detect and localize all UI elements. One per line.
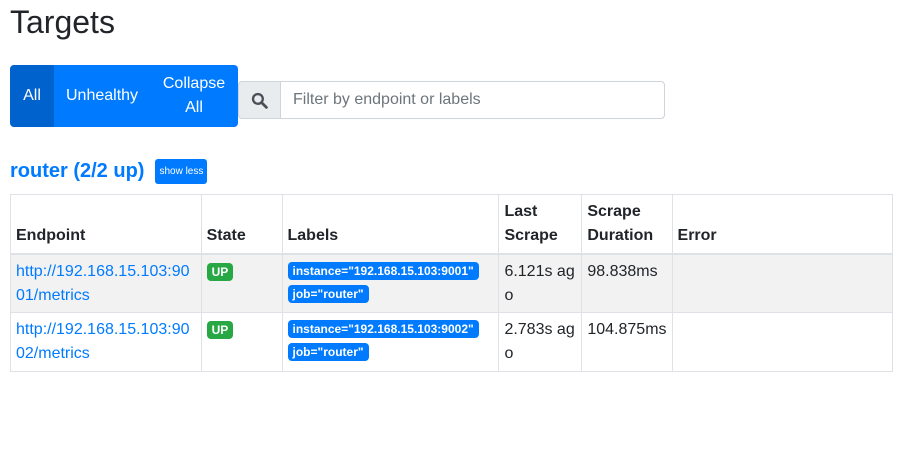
labels-cell: instance="192.168.15.103:9002" job="rout…	[281, 312, 500, 372]
all-button[interactable]: All	[10, 65, 54, 127]
endpoint-link[interactable]: http://192.168.15.103:9002/metrics	[16, 321, 189, 362]
header-error: Error	[671, 194, 894, 255]
scrape-duration: 104.875ms	[581, 312, 673, 372]
header-scrape-duration: Scrape Duration	[581, 194, 673, 255]
endpoint-link[interactable]: http://192.168.15.103:9001/metrics	[16, 263, 189, 304]
job-title-link[interactable]: router (2/2 up)	[10, 158, 144, 184]
scrape-duration: 98.838ms	[581, 253, 673, 313]
table-row: http://192.168.15.103:9002/metrics UP in…	[10, 312, 894, 372]
show-less-button[interactable]: show less	[155, 158, 208, 184]
last-scrape: 6.121s ago	[498, 253, 583, 313]
state-badge: UP	[206, 262, 234, 281]
labels-cell: instance="192.168.15.103:9001" job="rout…	[281, 253, 500, 313]
header-labels: Labels	[281, 194, 500, 255]
unhealthy-button[interactable]: Unhealthy	[54, 65, 150, 127]
last-scrape: 2.783s ago	[498, 312, 583, 372]
state-badge: UP	[206, 321, 234, 339]
header-last-scrape: Last Scrape	[498, 194, 583, 255]
targets-page: Targets All Unhealthy Collapse All route…	[0, 0, 903, 456]
filter-button-group: All Unhealthy Collapse All	[10, 65, 238, 127]
label-badge: job="router"	[287, 284, 369, 303]
search-icon	[238, 81, 280, 119]
job-header: router (2/2 up) show less	[10, 158, 208, 184]
page-title: Targets	[10, 4, 115, 40]
table-row: http://192.168.15.103:9001/metrics UP in…	[10, 253, 894, 313]
table-header-row: Endpoint State Labels Last Scrape Scrape…	[10, 194, 894, 255]
label-badge: job="router"	[287, 343, 369, 361]
error-cell	[671, 312, 894, 372]
collapse-all-button[interactable]: Collapse All	[150, 65, 238, 127]
error-cell	[671, 253, 894, 313]
filter-bar	[238, 81, 665, 119]
targets-table: Endpoint State Labels Last Scrape Scrape…	[10, 194, 894, 372]
label-badge: instance="192.168.15.103:9002"	[287, 320, 479, 338]
header-state: State	[200, 194, 283, 255]
filter-input[interactable]	[280, 81, 665, 119]
header-endpoint: Endpoint	[10, 194, 202, 255]
label-badge: instance="192.168.15.103:9001"	[287, 261, 479, 280]
